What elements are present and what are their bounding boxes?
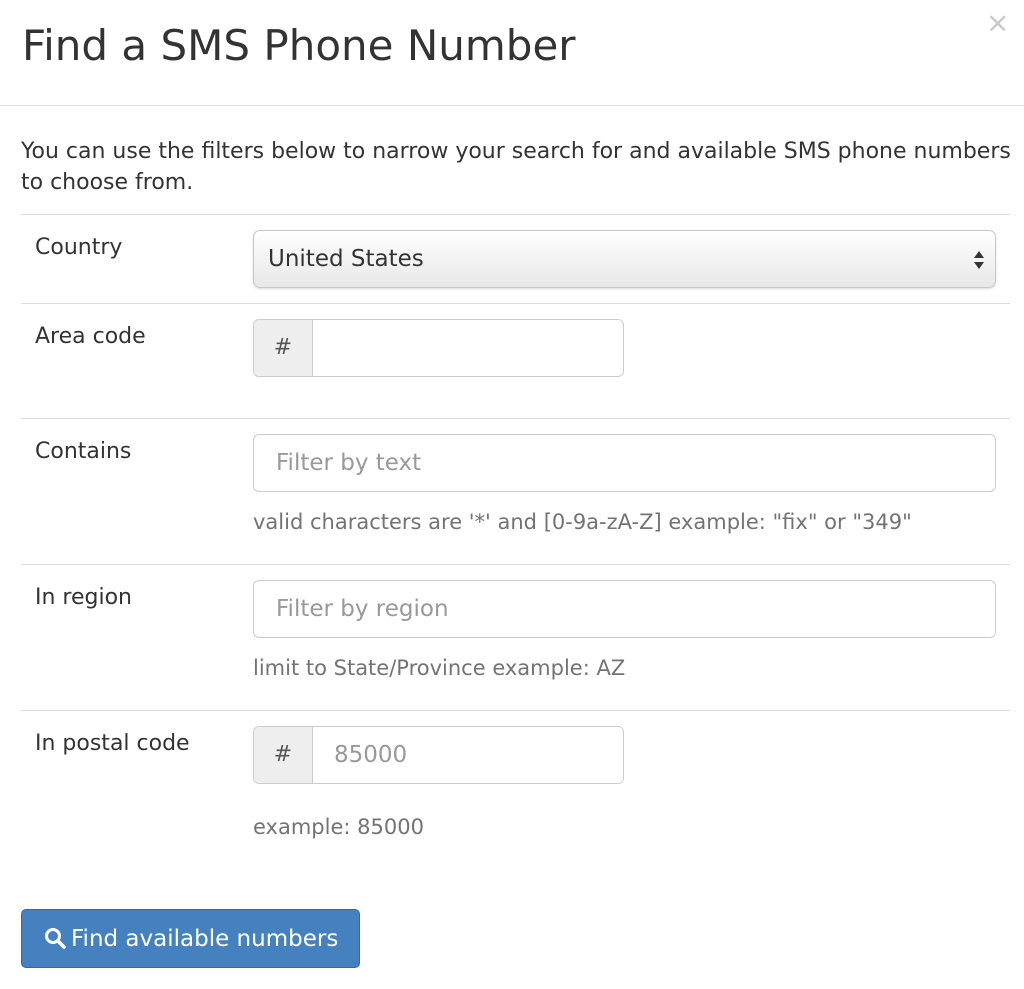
close-button[interactable]: × [986, 6, 1010, 39]
country-row: Country United States [21, 214, 1010, 304]
postal-code-row: In postal code # example: 85000 [21, 710, 1010, 860]
area-code-row: Area code # [21, 303, 1010, 419]
area-code-label: Area code [35, 324, 146, 349]
postal-code-label: In postal code [35, 731, 190, 756]
search-icon [45, 927, 66, 949]
modal-title: Find a SMS Phone Number [22, 21, 576, 70]
contains-row: Contains valid characters are '*' and [0… [21, 418, 1010, 565]
find-available-numbers-button[interactable]: Find available numbers [21, 909, 360, 968]
region-help-text: limit to State/Province example: AZ [253, 656, 626, 680]
region-row: In region limit to State/Province exampl… [21, 564, 1010, 711]
close-icon: × [986, 6, 1010, 39]
postal-code-input-group: # [253, 726, 624, 784]
postal-code-help-text: example: 85000 [253, 815, 424, 839]
submit-button-label: Find available numbers [71, 926, 339, 952]
intro-text: You can use the filters below to narrow … [21, 139, 1011, 195]
modal-header: Find a SMS Phone Number × [0, 0, 1024, 106]
country-select[interactable]: United States [253, 230, 996, 288]
region-input[interactable] [253, 580, 996, 638]
country-selected-value: United States [268, 246, 424, 272]
area-code-input[interactable] [313, 320, 623, 376]
contains-label: Contains [35, 439, 132, 464]
country-label: Country [35, 235, 123, 260]
region-label: In region [35, 585, 133, 610]
submit-button-content: Find available numbers [43, 924, 338, 954]
area-code-input-group: # [253, 319, 624, 377]
contains-help-text: valid characters are '*' and [0-9a-zA-Z]… [253, 510, 912, 534]
contains-input[interactable] [253, 434, 996, 492]
hash-addon: # [254, 320, 313, 376]
hash-addon: # [254, 727, 313, 783]
find-sms-number-modal: Find a SMS Phone Number × You can use th… [0, 0, 1024, 989]
select-arrows-icon [974, 251, 984, 269]
postal-code-input[interactable] [313, 727, 623, 783]
